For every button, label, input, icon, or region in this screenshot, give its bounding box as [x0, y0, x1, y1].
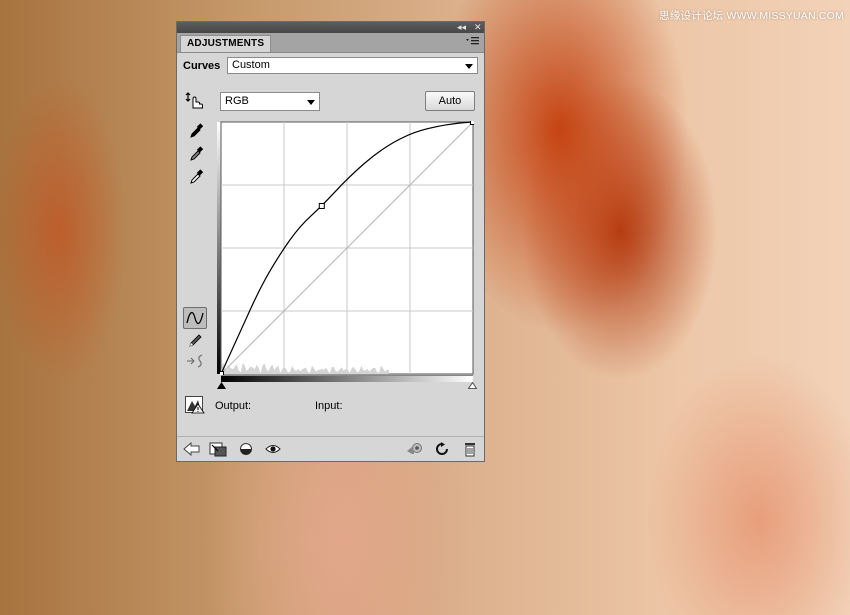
input-gradient [221, 375, 473, 382]
tab-adjustments[interactable]: ADJUSTMENTS [180, 35, 272, 52]
curve-tool-icon[interactable] [183, 307, 207, 329]
eye-icon[interactable] [265, 442, 281, 459]
black-eyedropper-icon[interactable] [189, 123, 204, 142]
target-adjust-icon[interactable] [185, 92, 205, 113]
white-point-slider[interactable] [467, 380, 478, 392]
previous-state-icon[interactable] [405, 442, 425, 459]
gray-eyedropper-icon[interactable] [189, 146, 204, 165]
pencil-icon[interactable] [188, 332, 204, 351]
curve-graph[interactable] [220, 121, 474, 375]
panel-menu-icon[interactable] [466, 36, 480, 49]
chevron-down-icon [307, 100, 315, 105]
channel-select[interactable]: RGB [220, 92, 320, 111]
preset-value: Custom [232, 59, 270, 71]
watermark: 思缘设计论坛 WWW.MISSYUAN.COM [659, 10, 844, 22]
white-eyedropper-icon[interactable] [189, 169, 204, 188]
adjustments-panel: ◂◂ ✕ ADJUSTMENTS Curves Custom RGB Auto [176, 21, 485, 462]
output-label: Output: [215, 400, 252, 412]
preset-select[interactable]: Custom [227, 57, 478, 74]
clipping-warning-icon[interactable] [185, 396, 205, 417]
curve-control-point[interactable] [318, 203, 325, 209]
smooth-icon[interactable] [186, 353, 206, 372]
trash-icon[interactable] [463, 442, 477, 460]
auto-button[interactable]: Auto [425, 91, 475, 111]
visibility-circle-icon[interactable] [239, 442, 253, 459]
channel-value: RGB [225, 95, 249, 107]
preset-label: Curves [183, 60, 221, 72]
panel-footer [177, 436, 484, 462]
reset-icon[interactable] [434, 442, 450, 459]
new-layer-icon[interactable] [209, 442, 227, 460]
black-point-slider[interactable] [217, 380, 226, 392]
input-label: Input: [315, 400, 343, 412]
curve-control-point[interactable] [470, 121, 475, 125]
tab-row: ADJUSTMENTS [177, 33, 484, 53]
panel-titlebar[interactable]: ◂◂ ✕ [177, 22, 484, 33]
back-arrow-icon[interactable] [183, 441, 201, 459]
close-icon[interactable]: ✕ [474, 22, 482, 33]
chevron-down-icon [465, 64, 473, 69]
collapse-icon[interactable]: ◂◂ [457, 22, 466, 33]
